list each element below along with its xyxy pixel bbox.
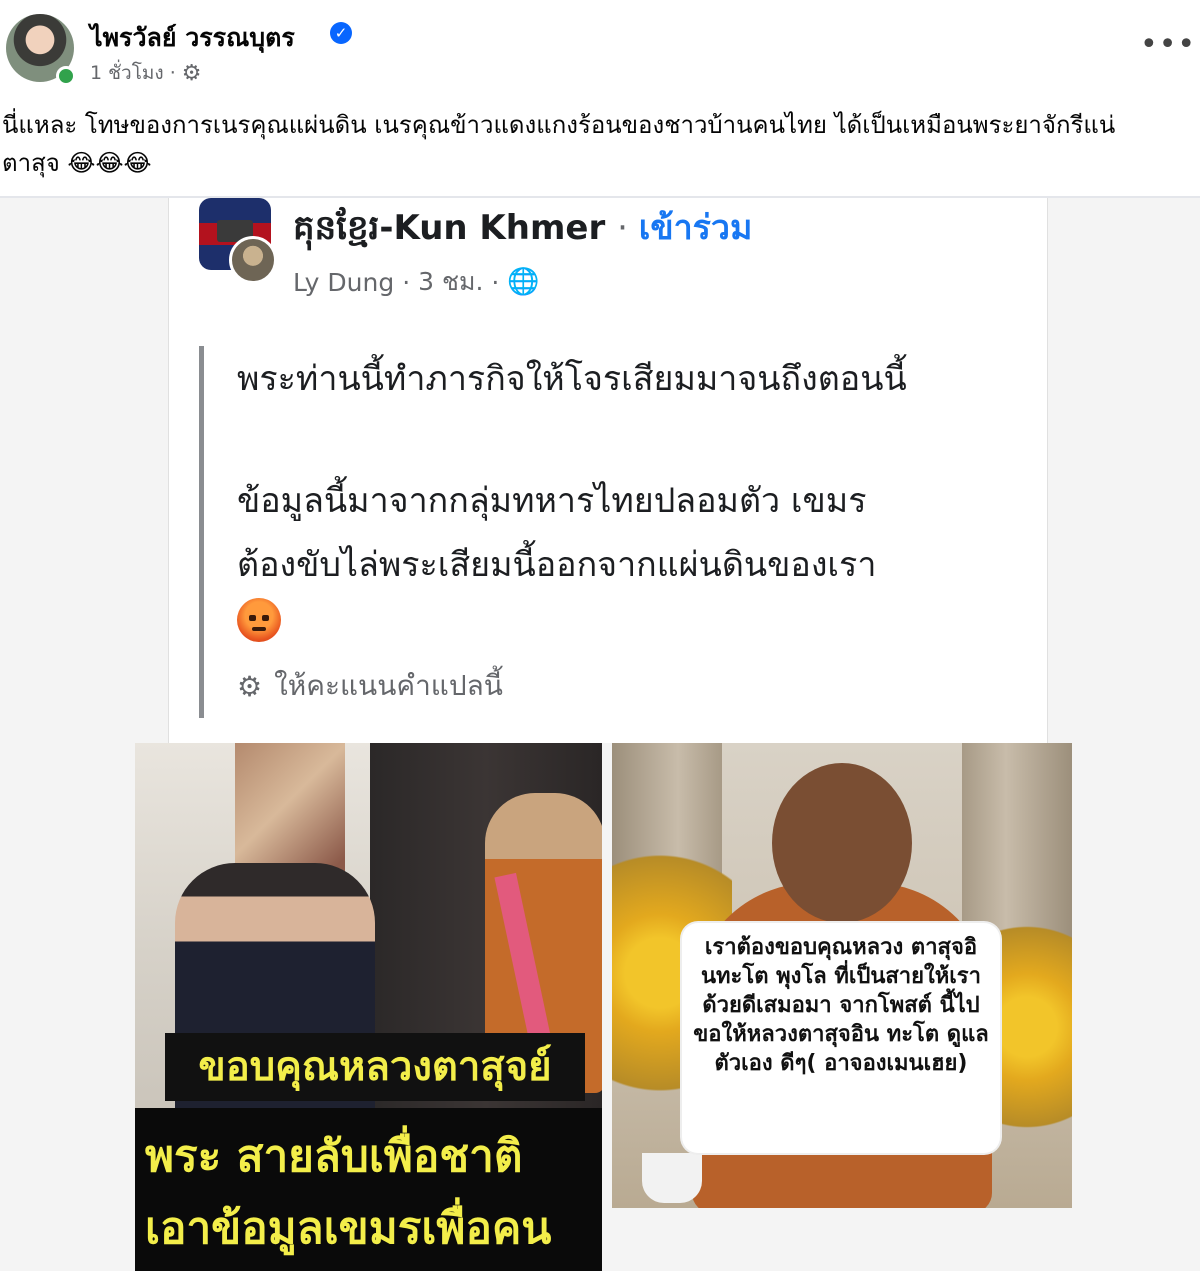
post-caption: นี่แหละ โทษของการเนรคุณแผ่นดิน เนรคุณข้า… (2, 106, 1192, 182)
man-in-suit-figure (175, 863, 375, 1143)
group-name: គុនខ្មែរ-Kun Khmer (293, 208, 606, 248)
right-caption: เราต้องขอบคุณหลวง ตาสุจอินทะโต พุงโล ที่… (693, 935, 989, 1076)
quote-line-3: ต้องขับไล่พระเสียมนี้ออกจากแผ่นดินของเรา (237, 545, 877, 585)
left-photo: ขอบคุณหลวงตาสุจย์ พระ สายลับเพื่อชาติ เอ… (135, 743, 602, 1271)
poster-name: Ly Dung (293, 267, 395, 297)
group-name-line: គុនខ្មែរ-Kun Khmer · เข้าร่วม (293, 208, 753, 248)
gear-icon: ⚙ (237, 669, 263, 703)
caption-text: นี่แหละ โทษของการเนรคุณแผ่นดิน เนรคุณข้า… (2, 111, 1116, 139)
angry-face-icon (237, 598, 281, 642)
quote-bar (199, 346, 204, 718)
more-options-button[interactable]: ••• (1140, 30, 1195, 66)
gear-icon: ⚙ (181, 60, 202, 86)
embedded-post-meta: Ly Dung · 3 ชม. · 🌐 (293, 262, 540, 302)
author-name[interactable]: ไพรวัลย์ วรรณบุตร (90, 18, 295, 58)
online-status-icon (56, 66, 76, 86)
quote-line-2: ข้อมูลนี้มาจากกลุ่มทหารไทยปลอมตัว เขมร (237, 481, 867, 521)
left-caption-top: ขอบคุณหลวงตาสุจย์ (165, 1033, 585, 1101)
join-link: เข้าร่วม (638, 208, 753, 248)
post-timestamp[interactable]: 1 ชั่วโมง · (90, 58, 176, 88)
post-header: ไพรวัลย์ วรรณบุตร ✓ 1 ชั่วโมง · ⚙ ••• (0, 0, 1200, 100)
left-caption-bottom: พระ สายลับเพื่อชาติ เอาข้อมูลเขมรเพื่อคน (145, 1121, 595, 1265)
laughing-emoji-icons: 😂😂😂 (67, 149, 152, 177)
quote-line-1: พระท่านนี้ทำภารกิจให้โจรเสียมมาจนถึงตอนน… (237, 359, 907, 399)
rate-translation-label: ให้คะแนนคำแปลนี้ (274, 669, 503, 702)
left-caption-bottom-line2: เอาข้อมูลเขมรเพื่อคน (145, 1203, 552, 1254)
verified-badge-icon: ✓ (330, 22, 352, 44)
rate-translation: ⚙ ให้คะแนนคำแปลนี้ (237, 664, 503, 708)
member-avatar (229, 236, 277, 284)
right-photo: เราต้องขอบคุณหลวง ตาสุจอินทะโต พุงโล ที่… (612, 743, 1072, 1208)
embedded-post-screenshot: គុនខ្មែរ-Kun Khmer · เข้าร่วม Ly Dung · … (168, 198, 1048, 743)
teacup (642, 1153, 702, 1203)
embedded-timestamp: 3 ชม. (418, 267, 484, 296)
post-meta: 1 ชั่วโมง · ⚙ (90, 58, 202, 88)
post-image[interactable]: គុនខ្មែរ-Kun Khmer · เข้าร่วม Ly Dung · … (0, 198, 1200, 1271)
globe-icon: 🌐 (507, 267, 540, 297)
caption-text-line2: ตาสุจ (2, 149, 60, 177)
left-caption-bottom-line1: พระ สายลับเพื่อชาติ (145, 1131, 523, 1182)
